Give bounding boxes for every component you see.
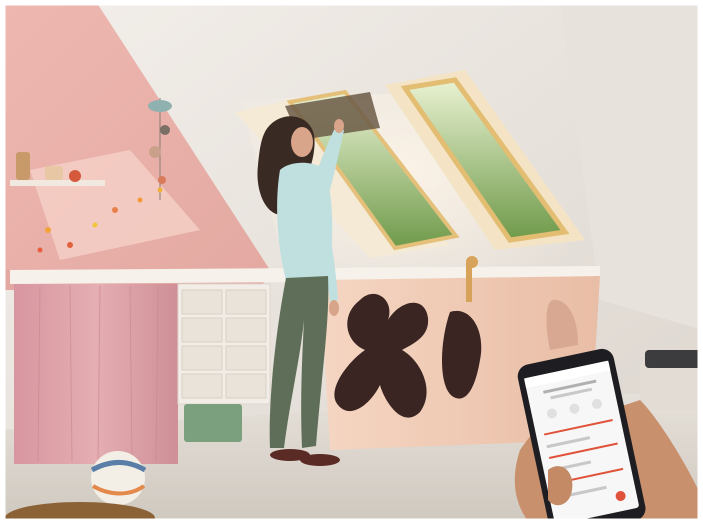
shelf-toy [16, 152, 30, 180]
scene-illustration [0, 0, 703, 524]
toy-giraffe [466, 262, 472, 302]
drawer-cabinet [177, 283, 271, 405]
shelf-toy-box [45, 166, 63, 180]
toy-giraffe-head [466, 256, 478, 268]
attic-room-scene [0, 0, 703, 524]
wall-shelf [10, 180, 105, 186]
ball-icon [90, 451, 147, 505]
shelf-toy-ball [69, 170, 81, 182]
chair-cushion [645, 350, 703, 368]
storage-basket [184, 404, 242, 442]
